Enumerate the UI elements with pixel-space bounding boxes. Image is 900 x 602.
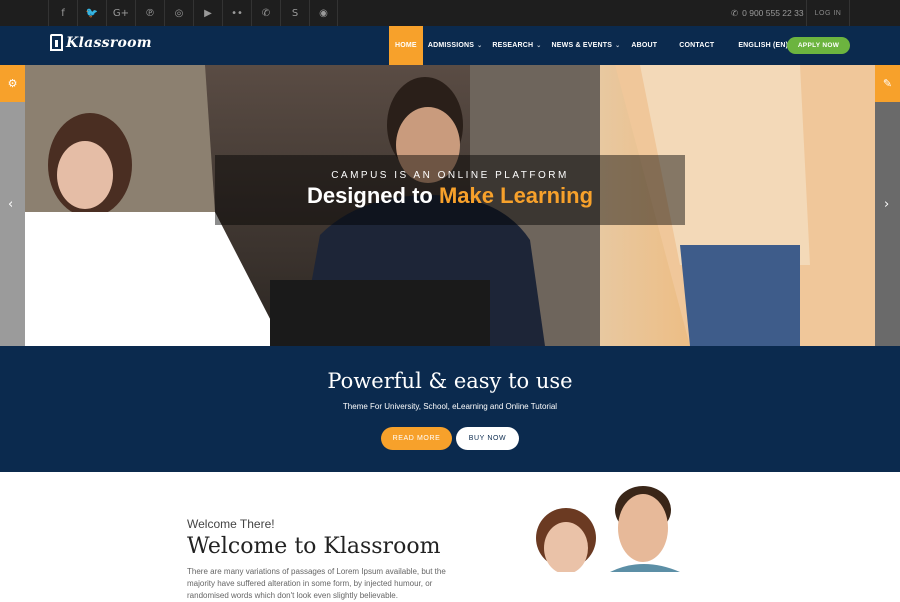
welcome-title: Welcome to Klassroom xyxy=(187,534,441,559)
youtube-icon[interactable]: ▶ xyxy=(193,0,222,26)
phone-icon: ✆ xyxy=(731,7,739,18)
main-menu: HOME ADMISSIONS ⌄ RESEARCH ⌄ NEWS & EVENTS… xyxy=(389,26,801,65)
nav-label: ENGLISH (EN) xyxy=(738,42,789,49)
hero-headline-prefix: Designed to xyxy=(306,183,433,208)
nav-label: ABOUT xyxy=(631,42,658,49)
hero-kicker: CAMPUS IS AN ONLINE PLATFORM xyxy=(331,170,569,181)
settings-gear-icon[interactable]: ⚙ xyxy=(0,65,25,102)
phone-contact: ✆ 0 900 555 22 33 xyxy=(731,0,804,26)
slider-prev-icon[interactable]: ‹ xyxy=(8,197,13,212)
buy-now-button[interactable]: BUY NOW xyxy=(456,427,519,450)
nav-label: HOME xyxy=(395,42,417,49)
chevron-down-icon: ⌄ xyxy=(615,43,621,49)
social-links: f 🐦 G+ ℗ ◎ ▶ •• ✆ S ◉ xyxy=(48,0,338,26)
promo-band: Powerful & easy to use Theme For Univers… xyxy=(0,346,900,472)
whatsapp-icon[interactable]: ✆ xyxy=(251,0,280,26)
nav-item-contact[interactable]: CONTACT xyxy=(673,26,733,65)
nav-item-about[interactable]: ABOUT xyxy=(625,26,673,65)
promo-title: Powerful & easy to use xyxy=(327,369,573,393)
phone-number: 0 900 555 22 33 xyxy=(742,8,804,18)
login-link[interactable]: LOG IN xyxy=(806,0,850,26)
nav-item-home[interactable]: HOME xyxy=(389,26,423,65)
top-bar: f 🐦 G+ ℗ ◎ ▶ •• ✆ S ◉ ✆ 0 900 555 22 33 … xyxy=(0,0,900,26)
nav-label: CONTACT xyxy=(679,42,715,49)
logo-text: Klassroom xyxy=(66,34,152,51)
edit-pencil-icon[interactable]: ✎ xyxy=(875,65,900,102)
read-more-button[interactable]: READ MORE xyxy=(381,427,452,450)
logo-mark-icon xyxy=(50,34,63,51)
skype-icon[interactable]: S xyxy=(280,0,309,26)
nav-item-research[interactable]: RESEARCH ⌄ xyxy=(487,26,546,65)
chevron-down-icon: ⌄ xyxy=(536,43,542,49)
instagram-icon[interactable]: ◎ xyxy=(164,0,193,26)
nav-item-admissions[interactable]: ADMISSIONS ⌄ xyxy=(423,26,488,65)
nav-label: RESEARCH xyxy=(492,42,534,49)
nav-label: NEWS & EVENTS xyxy=(551,42,613,49)
google-plus-icon[interactable]: G+ xyxy=(106,0,135,26)
nav-item-news-events[interactable]: NEWS & EVENTS ⌄ xyxy=(547,26,626,65)
welcome-text: There are many variations of passages of… xyxy=(187,567,446,600)
nav-label: ADMISSIONS xyxy=(427,42,475,49)
github-icon[interactable]: ◉ xyxy=(309,0,338,26)
hero-slider: ⚙ ✎ ‹ › CAMPUS IS AN ONLINE PLATFORM Des… xyxy=(0,65,900,346)
hero-caption: CAMPUS IS AN ONLINE PLATFORM Designed to… xyxy=(215,155,685,225)
students-image xyxy=(536,486,680,572)
welcome-section: Welcome There! Welcome to Klassroom Ther… xyxy=(0,472,900,600)
site-logo[interactable]: Klassroom xyxy=(50,34,152,51)
hero-headline: Designed to Make Learning xyxy=(215,183,685,209)
promo-subtitle: Theme For University, School, eLearning … xyxy=(342,402,558,411)
facebook-icon[interactable]: f xyxy=(48,0,77,26)
hero-headline-highlight: Make Learning xyxy=(438,183,594,208)
main-navbar: Klassroom HOME ADMISSIONS ⌄ RESEARCH ⌄ NEW… xyxy=(0,26,900,65)
welcome-kicker: Welcome There! xyxy=(187,517,275,531)
chevron-down-icon: ⌄ xyxy=(477,43,483,49)
apply-now-button[interactable]: APPLY NOW xyxy=(787,37,850,54)
flickr-icon[interactable]: •• xyxy=(222,0,251,26)
pinterest-icon[interactable]: ℗ xyxy=(135,0,164,26)
twitter-icon[interactable]: 🐦 xyxy=(77,0,106,26)
slider-next-icon[interactable]: › xyxy=(884,197,889,212)
